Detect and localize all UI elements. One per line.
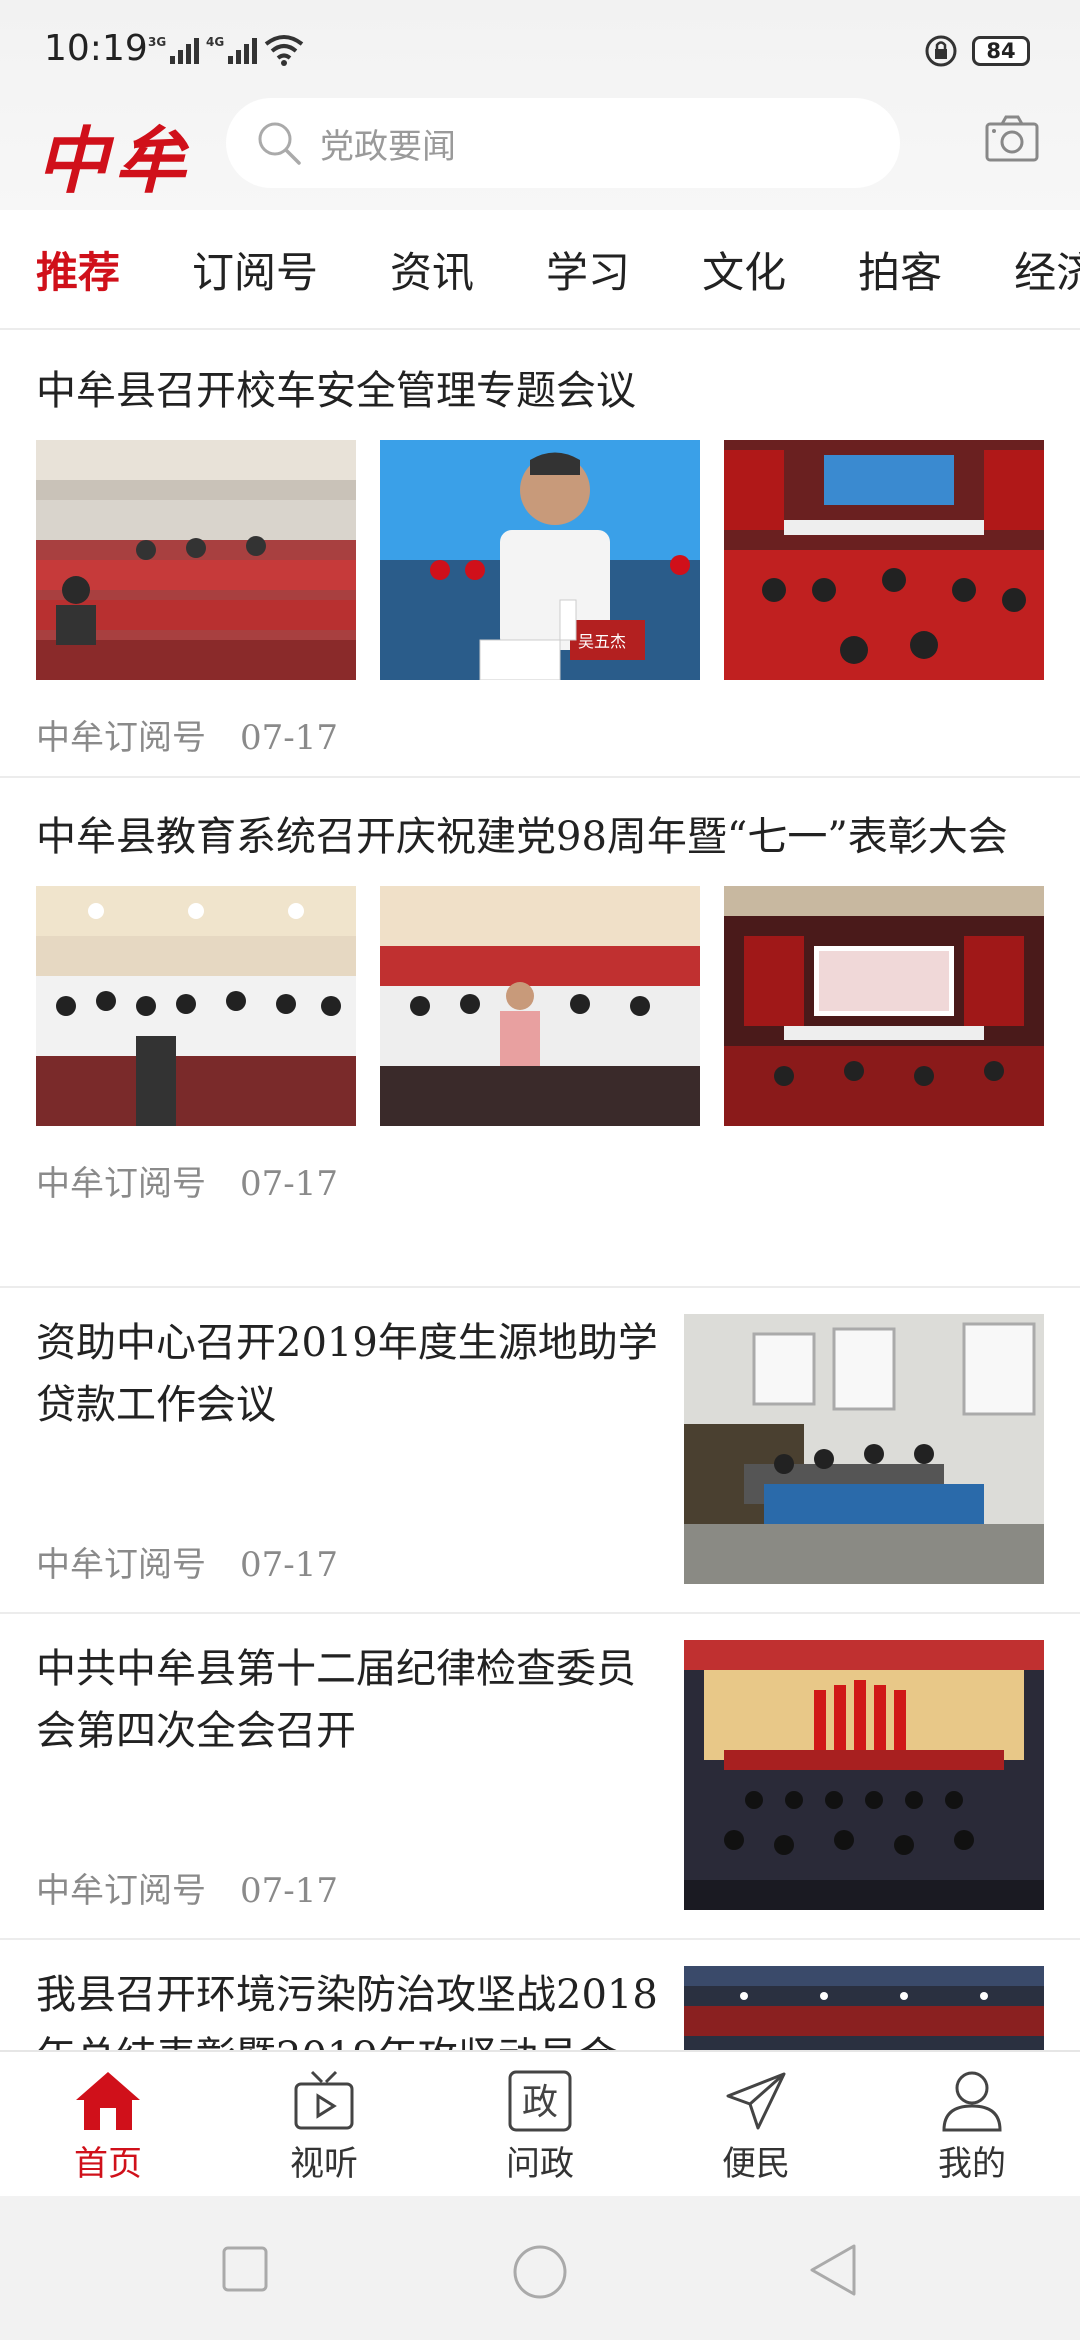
search-icon	[258, 122, 301, 165]
nav-label: 问政	[506, 2144, 574, 2184]
search-placeholder: 党政要闻	[320, 126, 456, 167]
news-source: 中牟订阅号	[36, 718, 206, 758]
news-source: 中牟订阅号	[36, 1164, 206, 1204]
status-bar: 10:19 3G 4G 84	[0, 0, 1080, 90]
recents-icon[interactable]	[222, 2246, 268, 2292]
nav-mine[interactable]: 我的	[864, 2052, 1080, 2196]
news-photo	[36, 440, 356, 680]
news-meta: 中牟订阅号 07-17	[36, 710, 1044, 759]
news-meta: 中牟订阅号 07-17	[36, 1156, 1044, 1205]
camera-icon[interactable]	[984, 114, 1040, 164]
image-row: 吴五杰	[36, 440, 1044, 680]
signal-4g-icon: 4G	[206, 35, 257, 64]
nav-home[interactable]: 首页	[0, 2052, 216, 2196]
system-nav-bar	[0, 2196, 1080, 2340]
tab-news[interactable]: 资讯	[390, 239, 474, 300]
battery-indicator: 84	[972, 36, 1030, 66]
news-item[interactable]: 资助中心召开2019年度生源地助学贷款工作会议 中牟订阅号 07-17	[0, 1288, 1080, 1614]
nav-audio-video[interactable]: 视听	[216, 2052, 432, 2196]
news-title: 我县召开环境污染防治攻坚战2018年总结表彰暨2019年攻坚动员会	[36, 1972, 658, 2050]
bottom-nav: 首页 视听 政 问政 便民 我的	[0, 2050, 1080, 2196]
news-title: 中牟县召开校车安全管理专题会议	[36, 368, 636, 414]
nav-label: 便民	[722, 2144, 790, 2184]
tab-culture[interactable]: 文化	[702, 239, 786, 300]
news-photo	[684, 1640, 1044, 1910]
news-date: 07-17	[240, 1871, 339, 1911]
news-item[interactable]: 中共中牟县第十二届纪律检查委员会第四次全会召开 中牟订阅号 07-17	[0, 1614, 1080, 1940]
nav-politics[interactable]: 政 问政	[432, 2052, 648, 2196]
news-item[interactable]: 中牟县召开校车安全管理专题会议 吴五杰 中牟订阅号 07-17	[0, 330, 1080, 778]
news-photo	[684, 1966, 1044, 2050]
nav-label: 视听	[290, 2144, 358, 2184]
news-item[interactable]: 中牟县教育系统召开庆祝建党98周年暨“七一”表彰大会 中牟订阅号 07-17	[0, 778, 1080, 1288]
news-item[interactable]: 我县召开环境污染防治攻坚战2018年总结表彰暨2019年攻坚动员会	[0, 1940, 1080, 2050]
user-icon	[942, 2071, 1002, 2132]
image-row	[36, 886, 1044, 1126]
signal-indicators: 3G 4G	[148, 34, 304, 66]
news-date: 07-17	[240, 718, 339, 758]
news-photo	[724, 440, 1044, 680]
news-source: 中牟订阅号	[36, 1871, 206, 1911]
news-source: 中牟订阅号	[36, 1545, 206, 1585]
tv-icon	[294, 2070, 354, 2130]
status-time: 10:19	[44, 28, 148, 69]
news-title: 资助中心召开2019年度生源地助学贷款工作会议	[36, 1320, 658, 1428]
news-photo	[724, 886, 1044, 1126]
news-photo: 吴五杰	[380, 440, 700, 680]
nav-label: 我的	[938, 2144, 1006, 2184]
news-photo	[36, 886, 356, 1126]
home-icon	[76, 2072, 140, 2130]
nav-label: 首页	[74, 2144, 142, 2184]
news-photo	[380, 886, 700, 1126]
tab-economy[interactable]: 经济	[1014, 239, 1080, 300]
svg-text:政: 政	[522, 2082, 558, 2123]
tab-study[interactable]: 学习	[546, 239, 630, 300]
news-photo	[684, 1314, 1044, 1584]
status-right: 84	[924, 34, 1030, 68]
nav-convenience[interactable]: 便民	[648, 2052, 864, 2196]
tab-recommend[interactable]: 推荐	[36, 239, 120, 300]
tab-subscriptions[interactable]: 订阅号	[192, 239, 318, 300]
search-bar[interactable]: 党政要闻	[226, 98, 900, 188]
back-icon[interactable]	[808, 2242, 858, 2298]
app-logo: 中牟	[36, 118, 193, 203]
news-date: 07-17	[240, 1545, 339, 1585]
app-header: 中牟 党政要闻	[0, 90, 1080, 210]
news-title: 中共中牟县第十二届纪律检查委员会第四次全会召开	[36, 1646, 636, 1754]
news-date: 07-17	[240, 1164, 339, 1204]
news-meta: 中牟订阅号 07-17	[36, 1863, 338, 1912]
news-meta: 中牟订阅号 07-17	[36, 1537, 338, 1586]
svg-text:3G: 3G	[148, 35, 166, 49]
signal-3g-icon: 3G	[148, 35, 199, 64]
svg-text:4G: 4G	[206, 35, 224, 49]
home-circle-icon[interactable]	[512, 2244, 568, 2300]
news-feed: 中牟县召开校车安全管理专题会议 吴五杰 中牟订阅号 07-17 中牟县教育系统召…	[0, 330, 1080, 2050]
news-title: 中牟县教育系统召开庆祝建党98周年暨“七一”表彰大会	[36, 814, 1008, 860]
politics-icon: 政	[508, 2070, 572, 2132]
category-tabs: 推荐 订阅号 资讯 学习 文化 拍客 经济	[0, 210, 1080, 330]
svg-text:吴五杰: 吴五杰	[578, 632, 626, 651]
paper-plane-icon	[726, 2072, 786, 2130]
tab-photographer[interactable]: 拍客	[858, 239, 942, 300]
rotation-lock-icon	[925, 35, 957, 67]
wifi-icon	[264, 35, 304, 66]
